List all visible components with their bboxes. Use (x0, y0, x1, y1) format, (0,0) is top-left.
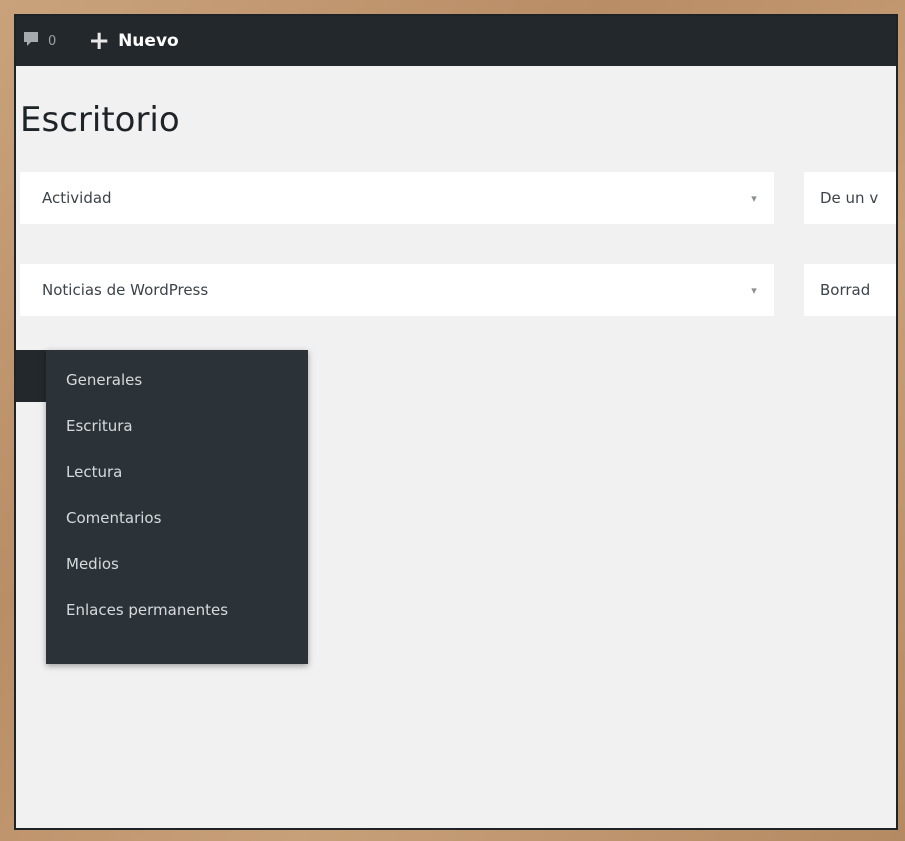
widget-title-right-1: De un v (820, 189, 879, 207)
wordpress-news-widget[interactable]: Noticias de WordPress ▾ (20, 264, 774, 316)
comment-bubble-icon (22, 30, 40, 52)
submenu-item-comentarios[interactable]: Comentarios (46, 508, 308, 528)
admin-bar-comments[interactable]: 0 (16, 16, 62, 66)
chevron-down-icon[interactable]: ▾ (734, 192, 774, 205)
plus-icon: + (88, 26, 111, 56)
submenu-item-medios[interactable]: Medios (46, 554, 308, 574)
widget-right-2[interactable]: Borrad (804, 264, 896, 316)
widget-title-news: Noticias de WordPress (42, 281, 209, 299)
page-title: Escritorio (20, 100, 180, 140)
submenu-item-escritura[interactable]: Escritura (46, 416, 308, 436)
submenu-item-enlaces-permanentes[interactable]: Enlaces permanentes (46, 600, 308, 620)
submenu-item-lectura[interactable]: Lectura (46, 462, 308, 482)
admin-bar-new[interactable]: + Nuevo (82, 16, 184, 66)
admin-bar: 0 + Nuevo (16, 16, 896, 66)
settings-submenu: Generales Escritura Lectura Comentarios … (46, 350, 308, 664)
new-label: Nuevo (118, 31, 179, 51)
activity-widget[interactable]: Actividad ▾ (20, 172, 774, 224)
widget-right-1[interactable]: De un v (804, 172, 896, 224)
widget-title-activity: Actividad (42, 189, 112, 207)
submenu-item-generales[interactable]: Generales (46, 370, 308, 390)
widget-title-right-2: Borrad (820, 281, 871, 299)
chevron-down-icon[interactable]: ▾ (734, 284, 774, 297)
browser-window: 0 + Nuevo Escritorio Actividad ▾ De un v… (14, 14, 898, 830)
comments-count: 0 (48, 33, 57, 49)
